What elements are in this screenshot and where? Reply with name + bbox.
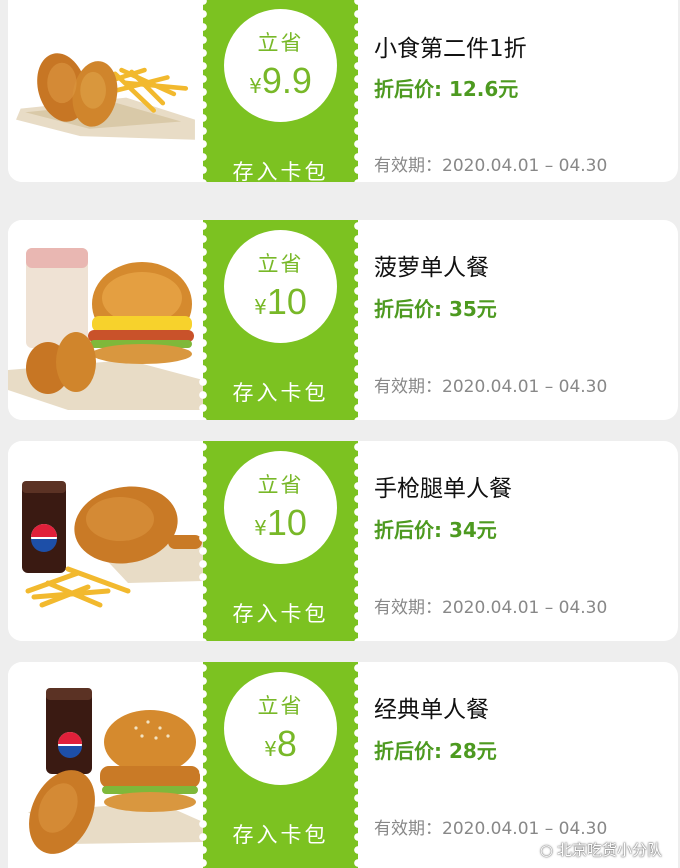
coupon-price-2: 折后价: 35元: [374, 297, 497, 321]
coupon-stub-3: 立省 ¥10 存入卡包: [198, 441, 363, 641]
pineapple-burger-meal-icon: [8, 248, 203, 410]
currency-symbol: ¥: [249, 74, 262, 98]
coupon-info-4: 经典单人餐 折后价: 28元 有效期：2020.04.01 – 04.30: [374, 662, 678, 868]
coupon-info-1: 小食第二件1折 折后价: 12.6元 有效期：2020.04.01 – 04.3…: [374, 0, 678, 182]
save-amount-1: ¥9.9: [224, 59, 337, 110]
save-amount-4: ¥8: [224, 722, 337, 773]
coupon-price-1: 折后价: 12.6元: [374, 77, 519, 101]
classic-burger-meal-icon: [28, 688, 203, 854]
chicken-leg-meal-icon: [22, 481, 203, 608]
coupon-validity-1: 有效期：2020.04.01 – 04.30: [374, 156, 608, 176]
save-label-4: 立省: [257, 694, 304, 718]
coupon-image-2: [8, 220, 203, 420]
savings-circle-3: 立省 ¥10: [224, 451, 337, 564]
amount-value: 10: [266, 281, 307, 322]
save-amount-3: ¥10: [224, 501, 337, 552]
coupon-card-1[interactable]: 立省 ¥9.9 存入卡包 小食第二件1折 折后价: 12.6元 有效期：2020…: [8, 0, 678, 182]
coupon-image-3: [8, 441, 203, 641]
coupon-image-4: [8, 662, 203, 868]
currency-symbol: ¥: [254, 516, 267, 540]
coupon-title-1: 小食第二件1折: [374, 36, 527, 62]
coupon-price-4: 折后价: 28元: [374, 739, 497, 763]
coupon-title-3: 手枪腿单人餐: [374, 476, 512, 502]
coupon-price-3: 折后价: 34元: [374, 518, 497, 542]
currency-symbol: ¥: [264, 737, 277, 761]
coupon-title-4: 经典单人餐: [374, 697, 489, 723]
chicken-wings-and-fries-icon: [16, 53, 195, 140]
watermark: ○ 北京吃货小分队: [540, 839, 662, 860]
savings-circle-4: 立省 ¥8: [224, 672, 337, 785]
savings-circle-2: 立省 ¥10: [224, 230, 337, 343]
coupon-stub-4: 立省 ¥8 存入卡包: [198, 662, 363, 868]
coupon-info-2: 菠萝单人餐 折后价: 35元 有效期：2020.04.01 – 04.30: [374, 220, 678, 420]
watermark-text: 北京吃货小分队: [556, 841, 662, 859]
amount-value: 10: [266, 502, 307, 543]
coupon-card-4[interactable]: 立省 ¥8 存入卡包 经典单人餐 折后价: 28元 有效期：2020.04.01…: [8, 662, 678, 868]
save-label-2: 立省: [257, 252, 304, 276]
amount-value: 9.9: [261, 60, 312, 101]
amount-value: 8: [276, 723, 297, 764]
save-to-wallet-button-2[interactable]: 存入卡包: [203, 377, 358, 407]
coupon-card-3[interactable]: 立省 ¥10 存入卡包 手枪腿单人餐 折后价: 34元 有效期：2020.04.…: [8, 441, 678, 641]
coupon-title-2: 菠萝单人餐: [374, 255, 489, 281]
coupon-stub-2: 立省 ¥10 存入卡包: [198, 220, 363, 420]
save-amount-2: ¥10: [224, 280, 337, 331]
wechat-icon: ○: [539, 841, 553, 859]
coupon-image-1: [8, 0, 203, 182]
save-label-3: 立省: [257, 473, 304, 497]
coupon-card-2[interactable]: 立省 ¥10 存入卡包 菠萝单人餐 折后价: 35元 有效期：2020.04.0…: [8, 220, 678, 420]
save-label-1: 立省: [257, 31, 304, 55]
save-to-wallet-button-1[interactable]: 存入卡包: [203, 156, 358, 182]
coupon-info-3: 手枪腿单人餐 折后价: 34元 有效期：2020.04.01 – 04.30: [374, 441, 678, 641]
coupon-validity-3: 有效期：2020.04.01 – 04.30: [374, 598, 608, 618]
coupon-validity-4: 有效期：2020.04.01 – 04.30: [374, 819, 608, 839]
save-to-wallet-button-3[interactable]: 存入卡包: [203, 598, 358, 628]
coupon-stub-1: 立省 ¥9.9 存入卡包: [198, 0, 363, 182]
coupon-validity-2: 有效期：2020.04.01 – 04.30: [374, 377, 608, 397]
save-to-wallet-button-4[interactable]: 存入卡包: [203, 819, 358, 849]
currency-symbol: ¥: [254, 295, 267, 319]
savings-circle-1: 立省 ¥9.9: [224, 9, 337, 122]
